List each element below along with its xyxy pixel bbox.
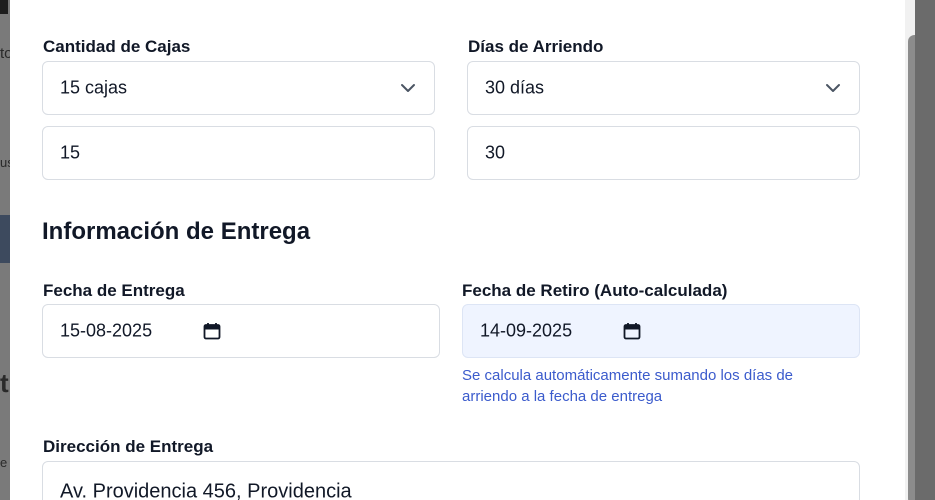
days-input[interactable]: 30 (467, 126, 860, 180)
background-text: t (0, 368, 9, 398)
background-block (0, 0, 8, 14)
days-label: Días de Arriendo (468, 37, 604, 56)
calendar-icon[interactable] (203, 322, 221, 340)
boxes-label: Cantidad de Cajas (43, 37, 191, 56)
scrollbar-thumb[interactable] (908, 35, 915, 500)
delivery-date-label: Fecha de Entrega (43, 281, 185, 300)
rental-form-modal: Cantidad de Cajas 15 cajas 15 Días de Ar… (10, 0, 915, 500)
delivery-date-input[interactable]: 15-08-2025 (42, 304, 440, 358)
boxes-input[interactable]: 15 (42, 126, 435, 180)
days-input-value: 30 (485, 142, 506, 163)
chevron-down-icon (401, 84, 415, 92)
background-text: us (0, 155, 10, 170)
boxes-select[interactable]: 15 cajas (42, 61, 435, 115)
address-label: Dirección de Entrega (43, 437, 214, 456)
pickup-date-value: 14-09-2025 (480, 320, 573, 341)
pickup-date-help-text: Se calcula automáticamente sumando los d… (462, 367, 794, 405)
delivery-date-value: 15-08-2025 (60, 320, 153, 341)
chevron-down-icon (826, 84, 840, 92)
pickup-date-label: Fecha de Retiro (Auto-calculada) (462, 281, 728, 300)
address-input[interactable]: Av. Providencia 456, Providencia (42, 461, 860, 500)
overlay-edge (915, 0, 935, 500)
background-text: e (0, 455, 8, 470)
boxes-select-value: 15 cajas (60, 77, 128, 98)
boxes-input-value: 15 (60, 142, 81, 163)
days-select-value: 30 días (485, 77, 545, 98)
address-value: Av. Providencia 456, Providencia (60, 480, 352, 500)
pickup-date-input[interactable]: 14-09-2025 (462, 304, 860, 358)
calendar-icon[interactable] (623, 322, 641, 340)
delivery-section-title: Información de Entrega (42, 218, 311, 245)
days-select[interactable]: 30 días (467, 61, 860, 115)
background-text: to (0, 45, 10, 62)
